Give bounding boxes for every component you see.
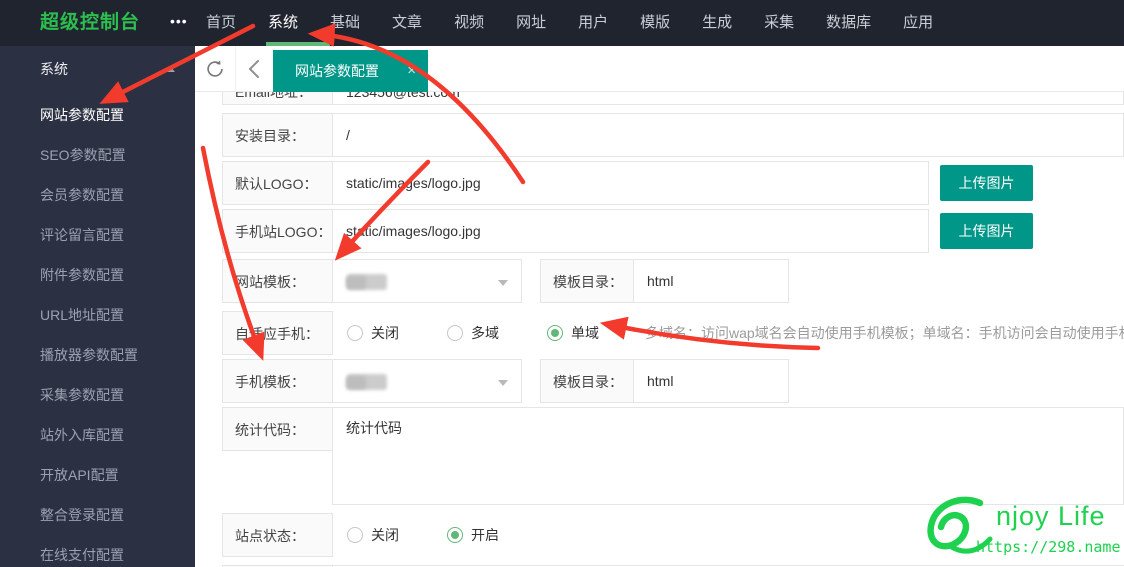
site-template-label: 网站模板：: [222, 259, 333, 303]
nav-item-generate[interactable]: 生成: [686, 0, 748, 46]
tab-label: 网站参数配置: [295, 63, 379, 79]
sidebar-item-site-params[interactable]: 网站参数配置: [0, 95, 195, 135]
sidebar-group-label: 系统: [40, 61, 68, 77]
form-panel: Email地址： 123456@test.com 安装目录： / 默认LOGO：…: [195, 92, 1124, 567]
refresh-icon: [207, 59, 223, 77]
nav-item-collect[interactable]: 采集: [748, 0, 810, 46]
sidebar-item-member-params[interactable]: 会员参数配置: [0, 175, 195, 215]
nav-item-article[interactable]: 文章: [376, 0, 438, 46]
upload-image-button[interactable]: 上传图片: [940, 165, 1033, 201]
form-row-mobile-template: 手机模板： 模板目录： html: [222, 359, 789, 403]
chevron-down-icon: [498, 280, 508, 286]
nav-item-url[interactable]: 网址: [500, 0, 562, 46]
back-button[interactable]: [236, 46, 272, 91]
radio-icon[interactable]: [447, 325, 463, 341]
admin-console-page: 超级控制台 ••• 首页 系统 基础 文章 视频 网址 用户 模版 生成 采集 …: [0, 0, 1124, 567]
radio-label: 单域: [571, 325, 599, 341]
install-dir-field[interactable]: /: [332, 113, 1124, 157]
form-row-default-logo: 默认LOGO： static/images/logo.jpg 上传图片: [222, 161, 1033, 205]
nav-item-template[interactable]: 模版: [624, 0, 686, 46]
tab-toolbar: 网站参数配置 ×: [195, 46, 1124, 92]
adaptive-label: 自适应手机：: [222, 311, 333, 355]
form-row-email: Email地址： 123456@test.com: [222, 92, 1124, 105]
sidebar-item-integrated-login[interactable]: 整合登录配置: [0, 495, 195, 535]
adaptive-hint-text: 多域名：访问wap域名会自动使用手机模板；单域名：手机访问会自动使用手机模板: [645, 325, 1124, 341]
form-row-adaptive: 自适应手机： 关闭 多域 单域 多域名：访问wap域名会自动使用手机模板；单域名…: [222, 311, 1124, 355]
radio-icon-selected[interactable]: [447, 527, 463, 543]
redacted-value: [346, 276, 366, 289]
sidebar: 系统 网站参数配置 SEO参数配置 会员参数配置 评论留言配置 附件参数配置 U…: [0, 46, 195, 567]
sidebar-item-open-api[interactable]: 开放API配置: [0, 455, 195, 495]
app-logo: 超级控制台: [40, 12, 141, 33]
nav-item-database[interactable]: 数据库: [810, 0, 887, 46]
form-row-mobile-logo: 手机站LOGO： static/images/logo.jpg 上传图片: [222, 209, 1033, 253]
sidebar-item-url-config[interactable]: URL地址配置: [0, 295, 195, 335]
template-dir-label: 模板目录：: [540, 259, 634, 303]
default-logo-label: 默认LOGO：: [222, 161, 333, 205]
install-dir-label: 安装目录：: [222, 113, 333, 157]
mobile-template-dir-label: 模板目录：: [540, 359, 634, 403]
email-label: Email地址：: [222, 92, 333, 105]
nav-item-home[interactable]: 首页: [190, 0, 252, 46]
radio-status-on[interactable]: 开启: [447, 513, 499, 557]
tab-site-params[interactable]: 网站参数配置 ×: [273, 50, 428, 92]
sidebar-item-seo-params[interactable]: SEO参数配置: [0, 135, 195, 175]
nav-item-video[interactable]: 视频: [438, 0, 500, 46]
mobile-template-label: 手机模板：: [222, 359, 333, 403]
radio-label: 关闭: [371, 325, 399, 341]
topbar: 超级控制台 ••• 首页 系统 基础 文章 视频 网址 用户 模版 生成 采集 …: [0, 0, 1124, 46]
radio-icon[interactable]: [347, 527, 363, 543]
email-field[interactable]: 123456@test.com: [332, 92, 1124, 105]
sidebar-item-collect-params[interactable]: 采集参数配置: [0, 375, 195, 415]
nav-item-system[interactable]: 系统: [252, 0, 314, 46]
refresh-button[interactable]: [195, 46, 236, 91]
radio-status-off[interactable]: 关闭: [347, 513, 399, 557]
default-logo-field[interactable]: static/images/logo.jpg: [332, 161, 929, 205]
active-nav-indicator: [266, 42, 330, 46]
redacted-value: [346, 376, 366, 389]
sidebar-item-online-payment[interactable]: 在线支付配置: [0, 535, 195, 567]
form-row-install-dir: 安装目录： /: [222, 113, 1124, 157]
stats-code-label: 统计代码：: [222, 407, 333, 451]
radio-adaptive-multi-domain[interactable]: 多域: [447, 311, 499, 355]
radio-adaptive-off[interactable]: 关闭: [347, 311, 399, 355]
sidebar-menu: 网站参数配置 SEO参数配置 会员参数配置 评论留言配置 附件参数配置 URL地…: [0, 95, 195, 567]
mobile-template-dir-field[interactable]: html: [633, 359, 789, 403]
radio-label: 关闭: [371, 527, 399, 543]
mobile-logo-label: 手机站LOGO：: [222, 209, 333, 253]
site-status-label: 站点状态：: [222, 513, 333, 557]
form-row-site-template: 网站模板： 模板目录： html: [222, 259, 789, 303]
form-row-stats-code: 统计代码： 统计代码: [222, 407, 1124, 505]
collapse-up-icon: [165, 66, 175, 72]
sidebar-group-system[interactable]: 系统: [0, 46, 195, 92]
radio-icon-selected[interactable]: [547, 325, 563, 341]
radio-adaptive-single-domain[interactable]: 单域: [547, 311, 599, 355]
upload-image-button-mobile[interactable]: 上传图片: [940, 213, 1033, 249]
mobile-logo-field[interactable]: static/images/logo.jpg: [332, 209, 929, 253]
radio-icon[interactable]: [347, 325, 363, 341]
top-nav: 首页 系统 基础 文章 视频 网址 用户 模版 生成 采集 数据库 应用: [190, 0, 949, 46]
mobile-template-select[interactable]: [332, 359, 522, 403]
sidebar-item-comment-config[interactable]: 评论留言配置: [0, 215, 195, 255]
sidebar-item-attachment-params[interactable]: 附件参数配置: [0, 255, 195, 295]
close-icon[interactable]: ×: [407, 50, 416, 92]
nav-item-user[interactable]: 用户: [562, 0, 624, 46]
more-icon[interactable]: •••: [170, 0, 188, 42]
form-row-site-status: 站点状态： 关闭 开启: [222, 513, 1124, 557]
template-dir-field[interactable]: html: [633, 259, 789, 303]
sidebar-item-player-params[interactable]: 播放器参数配置: [0, 335, 195, 375]
stats-code-textarea[interactable]: 统计代码: [332, 407, 1124, 505]
chevron-left-icon: [249, 59, 259, 78]
radio-label: 多域: [471, 325, 499, 341]
chevron-down-icon: [498, 380, 508, 386]
site-template-select[interactable]: [332, 259, 522, 303]
sidebar-item-external-storage[interactable]: 站外入库配置: [0, 415, 195, 455]
nav-item-app[interactable]: 应用: [887, 0, 949, 46]
radio-label: 开启: [471, 527, 499, 543]
nav-item-basic[interactable]: 基础: [314, 0, 376, 46]
